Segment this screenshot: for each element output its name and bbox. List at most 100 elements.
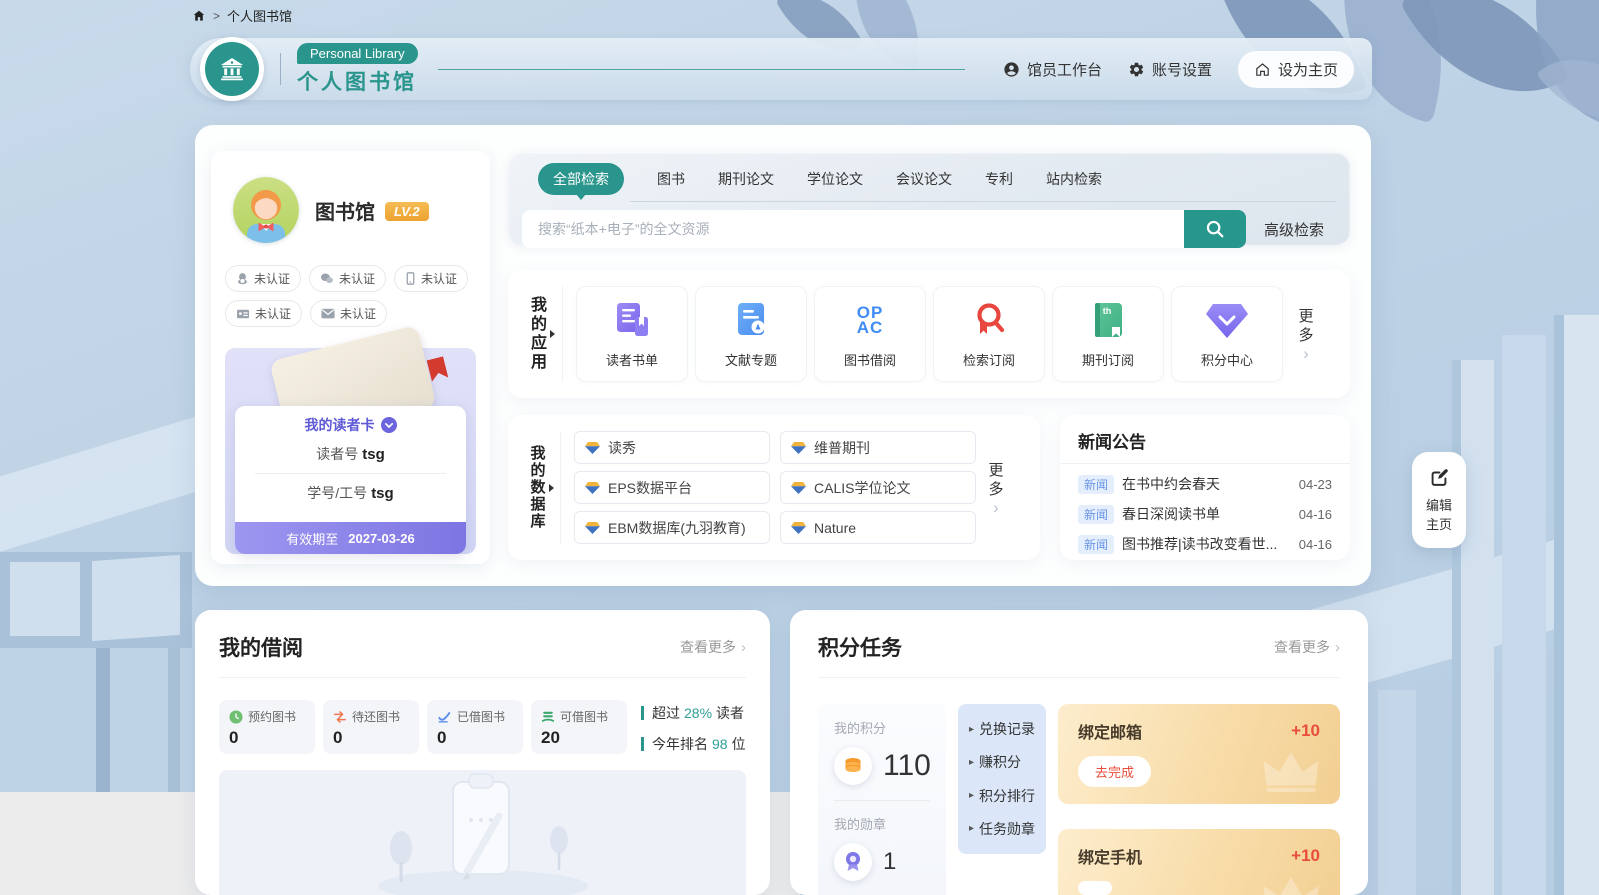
borrowing-title: 我的借阅 [219,632,303,662]
edit-homepage-button[interactable]: 编辑 主页 [1412,452,1466,548]
reader-card-zone: 我的读者卡 读者号tsg 学号/工号tsg 有效期至2027-03-26 [225,348,476,554]
header-divider [280,53,281,85]
validity-bar: 有效期至2027-03-26 [235,522,466,554]
tab-all-search[interactable]: 全部检索 [538,163,624,195]
my-borrowing-card: 我的借阅 查看更多› 预约图书 0 [195,610,770,895]
news-tag: 新闻 [1078,505,1114,524]
my-apps-panel: 我的应用 [508,270,1350,398]
tab-journal-papers[interactable]: 期刊论文 [718,169,774,189]
gem-small-icon [585,441,600,455]
menu-points-ranking[interactable]: ▸积分排行 [969,786,1046,806]
avatar [233,177,299,243]
app-book-borrowing[interactable]: OPAC 图书借阅 [814,286,926,382]
news-item[interactable]: 新闻 图书推荐|读书改变看世... 04-16 [1078,529,1332,559]
tab-site-search[interactable]: 站内检索 [1046,169,1102,189]
booklist-icon [611,299,653,341]
task-complete-button[interactable]: 去完成 [1078,756,1151,787]
tab-thesis[interactable]: 学位论文 [807,169,863,189]
verify-badge-email[interactable]: 未认证 [310,300,387,327]
reader-card: 我的读者卡 读者号tsg 学号/工号tsg 有效期至2027-03-26 [235,406,466,554]
points-menu: ▸兑换记录 ▸赚积分 ▸积分排行 ▸任务勋章 [958,704,1046,854]
qq-icon [236,272,249,285]
gem-small-icon [585,521,600,535]
rank-percentile: 超过28%读者 [641,703,746,723]
task-complete-button[interactable] [1078,881,1112,895]
profile-card: 图书馆 LV.2 未认证 未认证 [211,151,490,564]
news-item[interactable]: 新闻 春日深阅读书单 04-16 [1078,499,1332,529]
borrowing-more-link[interactable]: 查看更多› [680,637,746,657]
db-eps[interactable]: EPS数据平台 [574,471,770,504]
db-duxiu[interactable]: 读秀 [574,431,770,464]
rank-yearly: 今年排名98位 [641,734,746,754]
db-nature[interactable]: Nature [780,511,976,544]
profile-name: 图书馆 [315,202,375,224]
my-points-box: 我的积分 110 我的勋章 [818,704,946,895]
caret-right-icon: ▸ [969,790,974,801]
points-title: 积分任务 [818,632,902,662]
header-nav: 馆员工作台 账号设置 设为主页 [1003,51,1354,88]
chevron-right-icon: › [1335,639,1340,656]
databases-more-link[interactable]: 更多 › [988,461,1004,515]
app-document-topics[interactable]: 文献专题 [695,286,807,382]
menu-task-medals[interactable]: ▸任务勋章 [969,819,1046,839]
tab-conference-papers[interactable]: 会议论文 [896,169,952,189]
breadcrumb-separator-icon: > [213,9,220,23]
app-points-center[interactable]: 积分中心 [1171,286,1283,382]
my-medals-value: 1 [883,848,896,876]
verify-badge-phone[interactable]: 未认证 [394,265,468,292]
search-input[interactable] [522,210,1184,248]
verify-badge-qq[interactable]: 未认证 [225,265,301,292]
app-reader-booklist[interactable]: 读者书单 [576,286,688,382]
db-calis[interactable]: CALIS学位论文 [780,471,976,504]
app-journal-subscription[interactable]: th 期刊订阅 [1052,286,1164,382]
task-list: 绑定邮箱 +10 去完成 绑定手机 +10 [1058,704,1340,895]
news-tag: 新闻 [1078,475,1114,494]
news-panel: 新闻公告 新闻 在书中约会春天 04-23 新闻 春日深阅读书单 04-16 新… [1060,415,1350,560]
search-button[interactable] [1184,210,1246,248]
my-points-label: 我的积分 [834,718,946,737]
search-icon [1204,218,1226,240]
chevron-down-icon[interactable] [381,417,397,433]
news-item[interactable]: 新闻 在书中约会春天 04-23 [1078,469,1332,499]
crown-icon [1262,874,1320,895]
verify-badge-wechat[interactable]: 未认证 [309,265,386,292]
nav-librarian-workbench[interactable]: 馆员工作台 [1003,59,1102,80]
db-ebm[interactable]: EBM数据库(九羽教育) [574,511,770,544]
tab-books[interactable]: 图书 [657,169,685,189]
home-icon[interactable] [192,9,206,23]
crown-icon [1262,749,1320,798]
divider [219,677,746,678]
journal-icon: th [1087,299,1129,341]
stat-borrowed-books: 已借图书 0 [427,700,523,754]
points-more-link[interactable]: 查看更多› [1274,637,1340,657]
nav-set-homepage[interactable]: 设为主页 [1238,51,1354,88]
points-tasks-card: 积分任务 查看更多› 我的积分 [790,610,1368,895]
apps-more-link[interactable]: 更多 › [1298,307,1314,361]
library-logo[interactable] [200,37,264,101]
task-bind-email: 绑定邮箱 +10 去完成 [1058,704,1340,804]
news-title: 新闻公告 [1078,428,1332,453]
page: > 个人图书馆 Personal Library 个人图书馆 [0,0,1599,895]
level-badge: LV.2 [385,202,429,221]
verify-badge-idcard[interactable]: 未认证 [225,300,302,327]
db-weipu[interactable]: 维普期刊 [780,431,976,464]
tab-patents[interactable]: 专利 [985,169,1013,189]
app-search-subscription[interactable]: 检索订阅 [933,286,1045,382]
divider [562,286,563,382]
menu-earn-points[interactable]: ▸赚积分 [969,752,1046,772]
main-dashboard: 图书馆 LV.2 未认证 未认证 [195,125,1371,586]
empty-state-illustration [219,770,746,895]
my-databases-panel: 我的数据库 读秀 维普期刊 EPS数据平台 C [508,415,1040,560]
task-reward: +10 [1291,846,1320,866]
news-tag: 新闻 [1078,535,1114,554]
advanced-search-link[interactable]: 高级检索 [1264,219,1324,240]
email-icon [321,308,335,319]
header: Personal Library 个人图书馆 馆员工作台 账号设置 [190,38,1372,100]
stat-books-to-return: 待还图书 0 [323,700,419,754]
menu-exchange-records[interactable]: ▸兑换记录 [969,719,1046,739]
nav-account-settings[interactable]: 账号设置 [1128,59,1212,80]
stat-reserved-books: 预约图书 0 [219,700,315,754]
gear-icon [1128,61,1145,78]
caret-right-icon: ▸ [969,724,974,735]
chevron-right-icon: › [993,501,999,515]
